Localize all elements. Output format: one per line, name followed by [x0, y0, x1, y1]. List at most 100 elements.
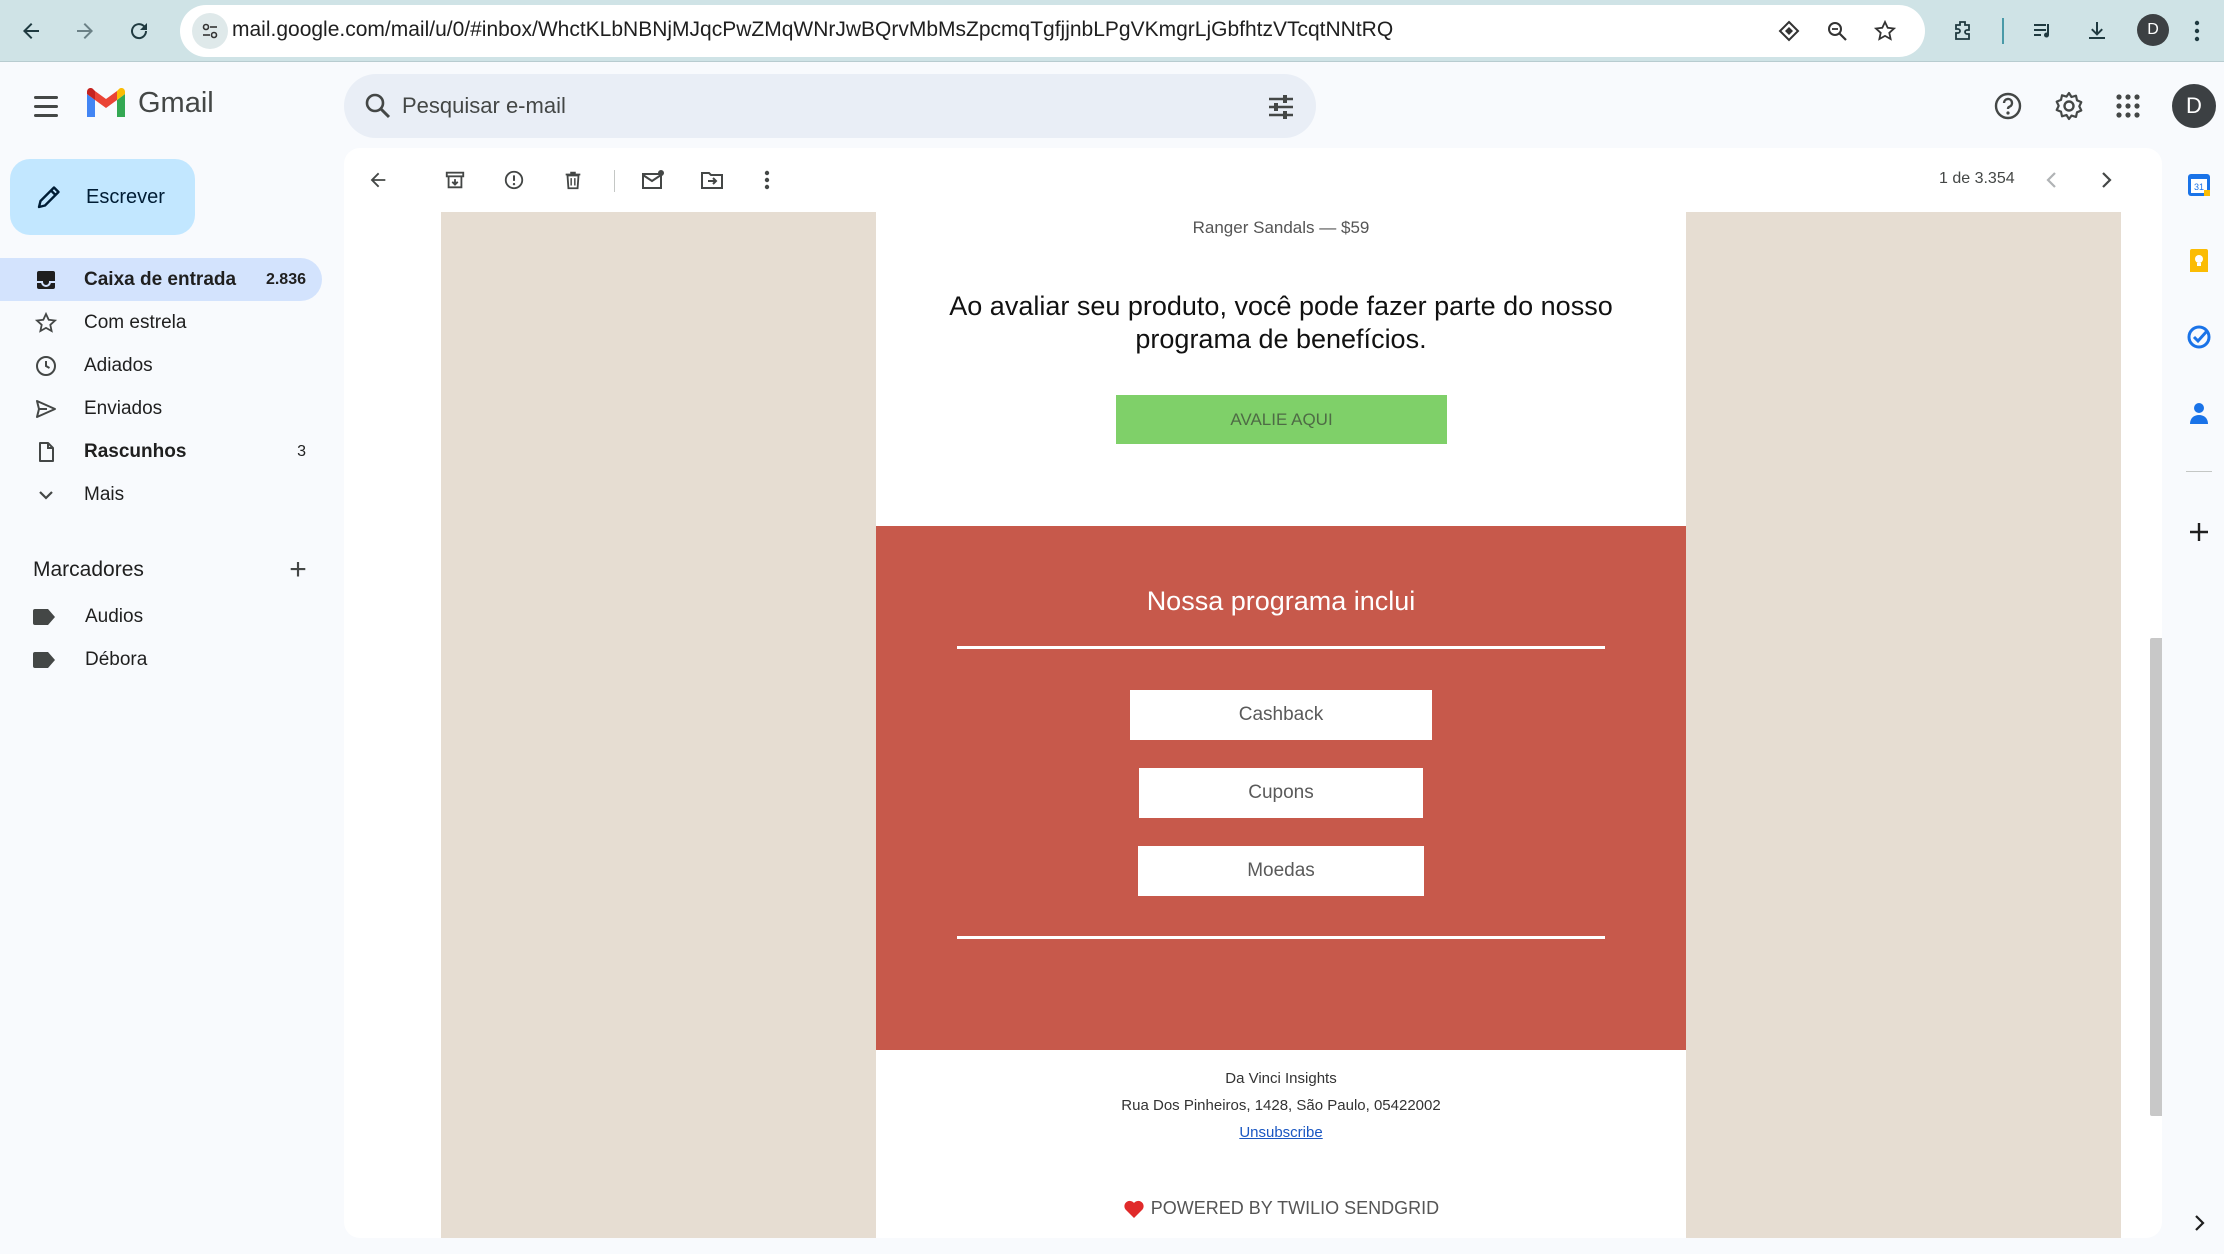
- benefit-moedas[interactable]: Moedas: [1138, 846, 1424, 896]
- product-price-line: Ranger Sandals — $59: [1192, 218, 1370, 237]
- divider-line: [957, 936, 1605, 939]
- sidebar-item-label: Caixa de entrada: [84, 268, 237, 290]
- label-item-audios[interactable]: Audios: [33, 597, 143, 637]
- sidebar-item-starred[interactable]: Com estrela: [0, 301, 322, 344]
- browser-toolbar: mail.google.com/mail/u/0/#inbox/WhctKLbN…: [0, 0, 2224, 62]
- drafts-count: 3: [297, 442, 306, 460]
- program-section: Nossa programa inclui Cashback Cupons Mo…: [876, 526, 1686, 1050]
- gmail-logo-text: Gmail: [138, 86, 214, 119]
- label-tag-icon: [33, 609, 55, 625]
- download-icon[interactable]: [2078, 12, 2116, 50]
- toolbar-divider: [2002, 18, 2004, 44]
- send-icon: [32, 395, 60, 423]
- search-input[interactable]: [402, 88, 1202, 124]
- pagination-text: 1 de 3.354: [1939, 170, 2015, 187]
- account-avatar[interactable]: D: [2172, 84, 2216, 128]
- sender-company: Da Vinci Insights: [1225, 1070, 1337, 1087]
- review-cta-button[interactable]: AVALIE AQUI: [1116, 395, 1447, 444]
- toolbar-separator: [614, 170, 615, 192]
- more-options-icon[interactable]: [751, 164, 783, 196]
- url-text[interactable]: mail.google.com/mail/u/0/#inbox/WhctKLbN…: [232, 18, 1393, 42]
- program-title: Nossa programa inclui: [1146, 586, 1416, 616]
- benefit-cupons[interactable]: Cupons: [1139, 768, 1423, 818]
- compose-label: Escrever: [86, 185, 165, 208]
- email-body: Ranger Sandals — $59 Ao avaliar seu prod…: [441, 212, 2121, 1238]
- search-options-icon[interactable]: [1266, 92, 1296, 122]
- sidebar-item-label: Rascunhos: [84, 440, 187, 462]
- sidebar-item-label: Enviados: [84, 397, 163, 419]
- address-bar[interactable]: mail.google.com/mail/u/0/#inbox/WhctKLbN…: [180, 5, 1925, 57]
- keep-icon[interactable]: [2184, 246, 2214, 276]
- zoom-icon[interactable]: [1822, 16, 1852, 46]
- gmail-logo[interactable]: Gmail: [84, 86, 214, 120]
- sidebar-item-sent[interactable]: Enviados: [0, 387, 322, 430]
- settings-gear-icon[interactable]: [2049, 86, 2089, 126]
- divider-line: [957, 646, 1605, 649]
- search-bar[interactable]: [344, 74, 1316, 138]
- sidebar-item-label: Adiados: [84, 354, 153, 376]
- sidebar-item-snoozed[interactable]: Adiados: [0, 344, 322, 387]
- main-menu-icon[interactable]: [28, 88, 64, 124]
- sidebar-item-inbox[interactable]: Caixa de entrada 2.836: [0, 258, 322, 301]
- benefit-cashback[interactable]: Cashback: [1130, 690, 1432, 740]
- review-pitch-text: Ao avaliar seu produto, você pode fazer …: [949, 291, 1613, 354]
- calendar-icon[interactable]: 31: [2184, 170, 2214, 200]
- label-item-debora[interactable]: Débora: [33, 640, 147, 680]
- back-to-inbox-icon[interactable]: [362, 164, 394, 196]
- site-info-icon[interactable]: [192, 13, 228, 49]
- label-tag-icon: [33, 652, 55, 668]
- older-chevron-right-icon[interactable]: [2090, 164, 2122, 196]
- translate-icon[interactable]: [1774, 16, 1804, 46]
- unread-count: 2.836: [265, 270, 306, 288]
- sidebar-item-drafts[interactable]: Rascunhos 3: [0, 430, 322, 473]
- google-apps-icon[interactable]: [2108, 86, 2148, 126]
- pencil-icon: [37, 186, 60, 209]
- sidebar-item-label: Com estrela: [84, 311, 187, 333]
- forward-icon[interactable]: [66, 12, 104, 50]
- tasks-icon[interactable]: [2184, 322, 2214, 352]
- newer-chevron-left-icon[interactable]: [2036, 164, 2068, 196]
- sidebar-nav: Caixa de entrada 2.836 Com estrela Adiad…: [0, 258, 322, 516]
- labels-section-header: Marcadores +: [33, 553, 313, 587]
- email-content-card: Ranger Sandals — $59 Ao avaliar seu prod…: [876, 212, 1686, 1238]
- archive-icon[interactable]: [439, 164, 471, 196]
- help-icon[interactable]: [1988, 86, 2028, 126]
- heart-icon: [1124, 1200, 1144, 1218]
- powered-by-badge[interactable]: POWERED BY TWILIO SENDGRID: [876, 1198, 1686, 1219]
- reload-icon[interactable]: [120, 12, 158, 50]
- report-spam-icon[interactable]: [498, 164, 530, 196]
- mark-unread-icon[interactable]: [637, 164, 669, 196]
- inbox-icon: [32, 266, 60, 294]
- add-addon-icon[interactable]: [2184, 517, 2214, 547]
- star-icon: [32, 309, 60, 337]
- message-view: 1 de 3.354 Ranger Sandals — $59 Ao avali…: [344, 148, 2162, 1238]
- scrollbar-thumb[interactable]: [2150, 638, 2162, 1116]
- gmail-m-icon: [87, 88, 125, 117]
- chevron-down-icon: [32, 481, 60, 509]
- label-name: Débora: [85, 649, 148, 670]
- show-side-panel-chevron-icon[interactable]: [2184, 1208, 2214, 1238]
- sidebar-item-more[interactable]: Mais: [0, 473, 322, 516]
- browser-menu-icon[interactable]: [2178, 12, 2216, 50]
- extensions-icon[interactable]: [1944, 12, 1982, 50]
- move-to-icon[interactable]: [696, 164, 728, 196]
- sidebar-item-label: Mais: [84, 483, 125, 505]
- bookmark-star-icon[interactable]: [1870, 16, 1900, 46]
- unsubscribe-link[interactable]: Unsubscribe: [876, 1124, 1686, 1141]
- sender-address: Rua Dos Pinheiros, 1428, São Paulo, 0542…: [1121, 1097, 1441, 1114]
- powered-by-text: POWERED BY TWILIO SENDGRID: [1150, 1198, 1440, 1218]
- labels-heading: Marcadores: [33, 558, 144, 581]
- label-name: Audios: [85, 606, 144, 627]
- delete-icon[interactable]: [557, 164, 589, 196]
- draft-icon: [32, 438, 60, 466]
- clock-icon: [32, 352, 60, 380]
- message-toolbar: 1 de 3.354: [344, 148, 2162, 212]
- compose-button[interactable]: Escrever: [10, 159, 195, 235]
- contacts-icon[interactable]: [2184, 398, 2214, 428]
- search-icon[interactable]: [362, 90, 394, 122]
- browser-profile-avatar[interactable]: D: [2137, 14, 2169, 46]
- back-icon[interactable]: [12, 12, 50, 50]
- add-label-icon[interactable]: +: [283, 553, 313, 587]
- media-control-icon[interactable]: [2024, 12, 2062, 50]
- svg-text:31: 31: [2194, 182, 2204, 192]
